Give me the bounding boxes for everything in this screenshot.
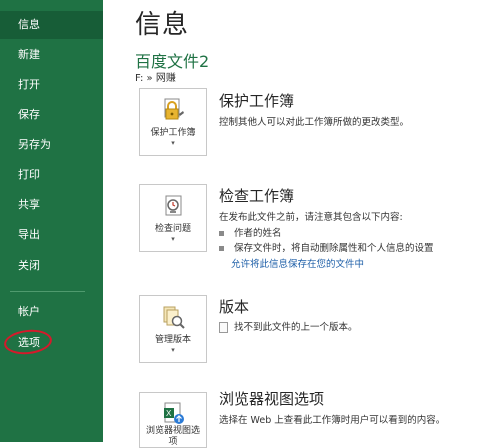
sidebar-item-export[interactable]: 导出 (0, 221, 103, 249)
sidebar-item-new[interactable]: 新建 (0, 41, 103, 69)
sidebar-item-open[interactable]: 打开 (0, 71, 103, 99)
inspect-document-icon (162, 193, 186, 219)
chevron-down-icon: ▾ (171, 235, 175, 243)
info-pane: 信息 百度文件2 F: » 网赚 保护工作簿 ▾ 保护工作簿 控制其他人可以对此… (103, 0, 496, 448)
versions-icon (162, 304, 186, 330)
versions-desc: 找不到此文件的上一个版本。 (219, 319, 358, 333)
sidebar-item-account[interactable]: 帐户 (0, 298, 103, 326)
bullet-text: 作者的姓名 (234, 228, 282, 239)
check-issues-button-label: 检查问题 (154, 224, 191, 234)
chevron-down-icon: ▾ (171, 346, 175, 354)
sidebar-divider (10, 291, 85, 292)
sidebar-item-close[interactable]: 关闭 (0, 252, 103, 280)
protect-workbook-desc: 控制其他人可以对此工作簿所做的更改类型。 (219, 117, 410, 128)
sidebar-item-info[interactable]: 信息 (0, 11, 103, 39)
sidebar-item-save-as[interactable]: 另存为 (0, 131, 103, 159)
svg-text:X: X (166, 409, 172, 418)
inspect-workbook-title: 检查工作簿 (219, 187, 295, 205)
inspect-bullet-properties: 保存文件时，将自动删除属性和个人信息的设置 (219, 240, 434, 254)
inspect-bullet-author: 作者的姓名 (219, 225, 282, 239)
versions-title: 版本 (219, 298, 250, 316)
document-path: F: » 网赚 (135, 73, 176, 84)
page-title: 信息 (135, 10, 190, 40)
lock-icon (162, 97, 186, 123)
protect-workbook-button[interactable]: 保护工作簿 ▾ (139, 88, 207, 156)
manage-versions-button[interactable]: 管理版本 ▾ (139, 295, 207, 363)
inspect-workbook-desc: 在发布此文件之前，请注意其包含以下内容: (219, 212, 403, 223)
browser-view-options-desc: 选择在 Web 上查看此工作簿时用户可以看到的内容。 (219, 415, 446, 426)
browser-view-options-button[interactable]: X 浏览器视图选项 (139, 392, 207, 448)
bullet-icon (219, 246, 224, 251)
bullet-icon (219, 231, 224, 236)
browser-view-options-button-label: 浏览器视图选项 (146, 426, 201, 447)
sidebar-item-share[interactable]: 共享 (0, 191, 103, 219)
protect-workbook-button-label: 保护工作簿 (150, 128, 196, 138)
allow-save-info-link[interactable]: 允许将此信息保存在您的文件中 (231, 256, 364, 270)
browser-view-options-title: 浏览器视图选项 (219, 390, 325, 408)
document-icon (219, 322, 228, 333)
manage-versions-button-label: 管理版本 (154, 335, 191, 345)
backstage-sidebar: 信息 新建 打开 保存 另存为 打印 共享 导出 关闭 帐户 选项 (0, 0, 103, 442)
chevron-down-icon: ▾ (171, 139, 175, 147)
protect-workbook-title: 保护工作簿 (219, 92, 295, 110)
sidebar-item-print[interactable]: 打印 (0, 161, 103, 189)
versions-desc-text: 找不到此文件的上一个版本。 (234, 322, 358, 333)
check-issues-button[interactable]: 检查问题 ▾ (139, 184, 207, 252)
sidebar-item-save[interactable]: 保存 (0, 101, 103, 129)
excel-web-icon: X (162, 401, 186, 427)
bullet-text: 保存文件时，将自动删除属性和个人信息的设置 (234, 243, 434, 254)
